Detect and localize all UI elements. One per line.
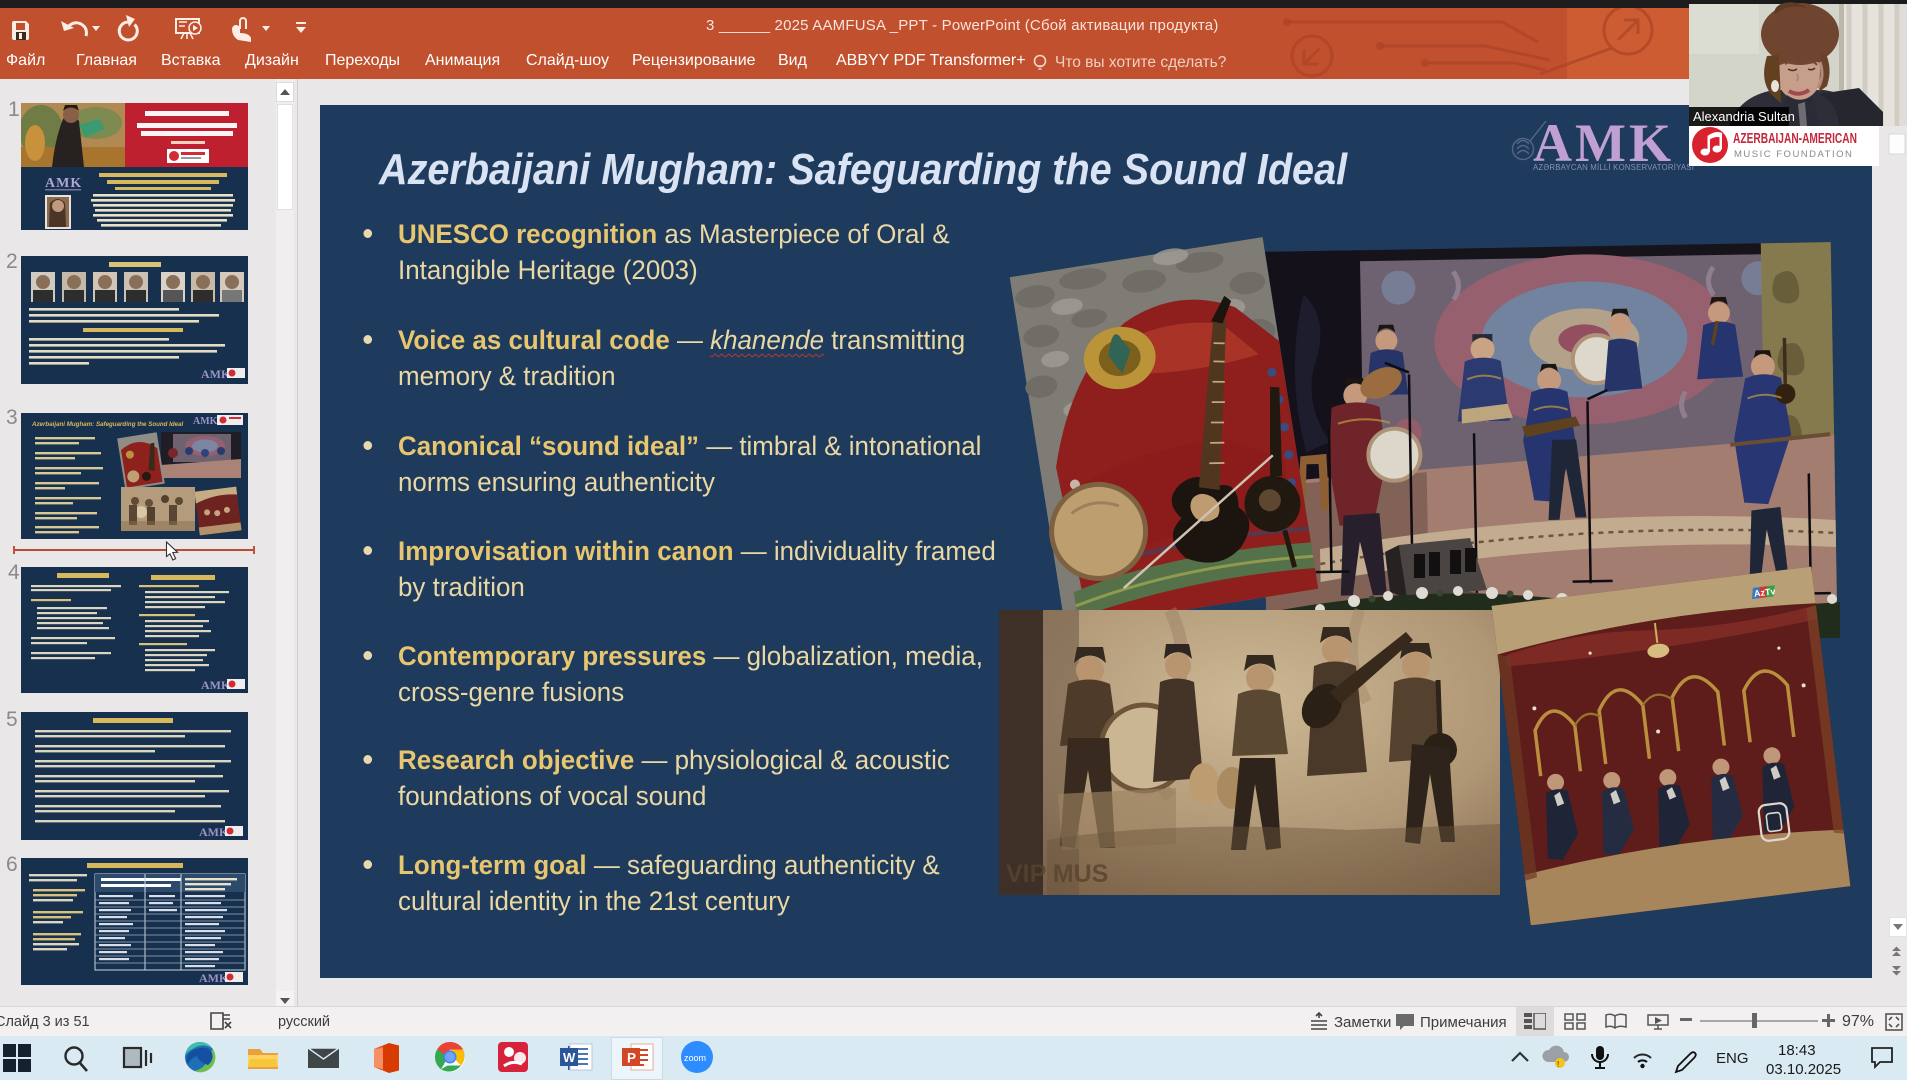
svg-text:!: ! [1557, 1060, 1559, 1069]
svg-text:AZƏRBAYCAN MİLLİ KONSERVATORİY: AZƏRBAYCAN MİLLİ KONSERVATORİYASI [1533, 163, 1694, 172]
svg-text:W: W [563, 1050, 576, 1065]
svg-text:MUSIC FOUNDATION: MUSIC FOUNDATION [1734, 149, 1853, 160]
svg-text:03.10.2025: 03.10.2025 [1766, 1061, 1841, 1078]
svg-text:AMK: AMK [201, 678, 231, 692]
svg-text:18:43: 18:43 [1778, 1042, 1816, 1059]
svg-text:AZERBAIJAN-AMERICAN: AZERBAIJAN-AMERICAN [1733, 131, 1857, 147]
svg-text:P: P [627, 1051, 636, 1066]
svg-text:Azerbaijani Mugham: Safeguardi: Azerbaijani Mugham: Safeguarding the Sou… [31, 421, 184, 428]
svg-text:VIP MUS: VIP MUS [1006, 860, 1108, 888]
svg-text:AMK: AMK [193, 416, 218, 427]
svg-text:AMK: AMK [199, 825, 229, 839]
svg-text:AMK: AMK [199, 971, 229, 985]
svg-text:ENG: ENG [1716, 1050, 1749, 1067]
svg-text:Alexandria Sultan: Alexandria Sultan [1693, 109, 1795, 124]
svg-text:AMK: AMK [45, 176, 82, 191]
svg-text:zoom: zoom [684, 1053, 706, 1063]
svg-text:AMK: AMK [201, 367, 231, 381]
